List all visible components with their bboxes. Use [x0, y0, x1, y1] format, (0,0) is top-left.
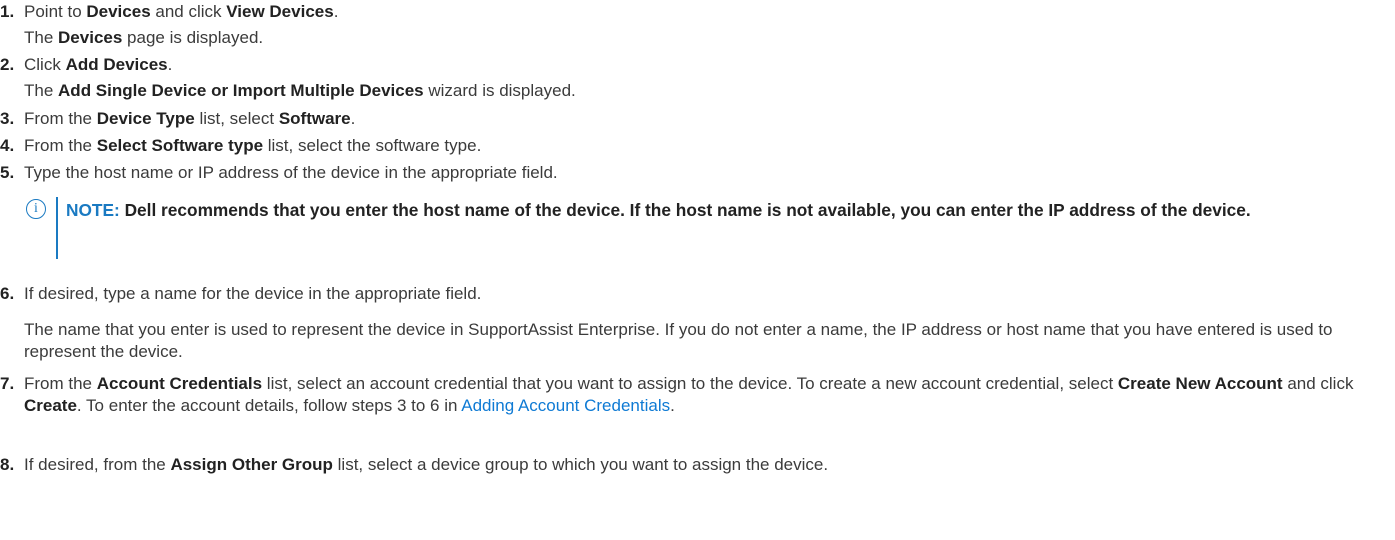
note-label: NOTE: [66, 200, 120, 220]
note-text: NOTE: Dell recommends that you enter the… [66, 200, 1251, 220]
step-number: 5. [0, 163, 15, 182]
step-6: 6. If desired, type a name for the devic… [0, 283, 1390, 363]
ui-term: Devices [86, 2, 151, 21]
step-1: 1. Point to Devices and click View Devic… [0, 1, 1390, 49]
step-line: From the Select Software type list, sele… [24, 136, 482, 155]
step-line: Point to Devices and click View Devices. [24, 2, 339, 21]
step-line: From the Account Credentials list, selec… [24, 374, 1354, 415]
step-result-line: The Add Single Device or Import Multiple… [24, 81, 576, 100]
step-8: 8. If desired, from the Assign Other Gro… [0, 454, 1390, 476]
ui-term: View Devices [226, 2, 334, 21]
step-number: 4. [0, 136, 15, 155]
adding-account-credentials-link[interactable]: Adding Account Credentials [461, 396, 670, 415]
step-line: From the Device Type list, select Softwa… [24, 109, 356, 128]
step-7: 7. From the Account Credentials list, se… [0, 373, 1390, 417]
step-number: 7. [0, 374, 15, 393]
step-4: 4. From the Select Software type list, s… [0, 135, 1390, 157]
step-3: 3. From the Device Type list, select Sof… [0, 108, 1390, 130]
step-line: If desired, from the Assign Other Group … [24, 455, 829, 474]
step-number: 8. [0, 455, 15, 474]
ui-term: Add Single Device or Import Multiple Dev… [58, 81, 424, 100]
note-callout: i NOTE: Dell recommends that you enter t… [26, 195, 1391, 259]
ui-term: Create [24, 396, 77, 415]
step-number: 6. [0, 284, 15, 303]
ui-term: Create New Account [1117, 374, 1283, 393]
ui-term: Assign Other Group [170, 455, 333, 474]
step-number: 2. [0, 55, 15, 74]
ui-term: Device Type [96, 109, 195, 128]
step-number: 3. [0, 109, 15, 128]
ui-term: Devices [58, 28, 123, 47]
step-detail-paragraph: The name that you enter is used to repre… [24, 320, 1333, 361]
step-line: If desired, type a name for the device i… [24, 284, 482, 303]
ui-term: Add Devices [65, 55, 168, 74]
step-line: Type the host name or IP address of the … [24, 163, 558, 182]
step-number: 1. [0, 2, 15, 21]
ui-term: Select Software type [96, 136, 264, 155]
ui-term: Software [278, 109, 351, 128]
info-icon: i [26, 199, 46, 219]
ui-term: Account Credentials [96, 374, 263, 393]
step-2: 2. Click Add Devices. The Add Single Dev… [0, 54, 1390, 102]
step-line: Click Add Devices. [24, 55, 173, 74]
note-divider [56, 197, 58, 259]
step-5: 5. Type the host name or IP address of t… [0, 162, 1390, 184]
step-result-line: The Devices page is displayed. [24, 28, 264, 47]
